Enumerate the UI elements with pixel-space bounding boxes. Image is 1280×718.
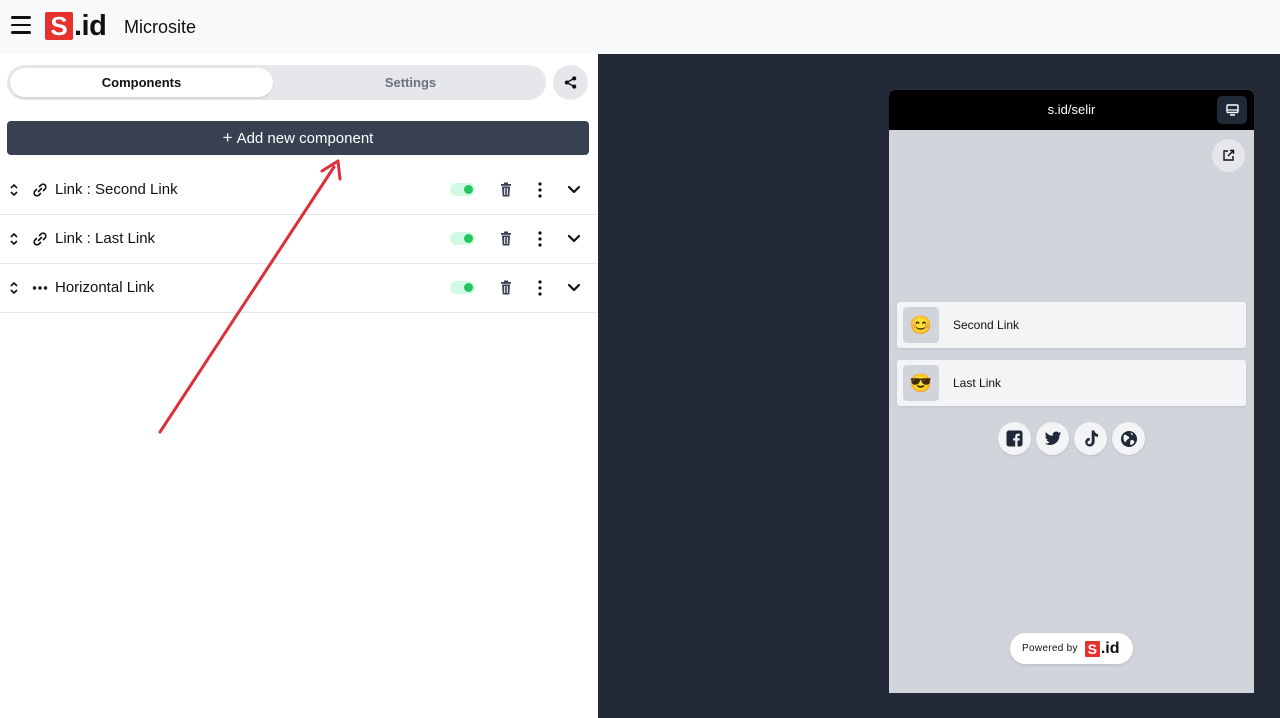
- hamburger-menu-icon[interactable]: [11, 16, 31, 36]
- drag-handle-icon[interactable]: [8, 181, 20, 199]
- tab-bar: Components Settings: [7, 65, 546, 100]
- trash-icon[interactable]: [499, 280, 513, 296]
- preview-link-label: Last Link: [953, 376, 1002, 390]
- tiktok-icon[interactable]: [1074, 422, 1107, 455]
- external-link-icon: [1223, 149, 1235, 161]
- device-toggle-button[interactable]: [1217, 96, 1247, 124]
- trash-icon[interactable]: [499, 231, 513, 247]
- component-list: Link : Second Link Link: Last Link Hori…: [0, 166, 598, 313]
- powered-by-text: Powered by: [1022, 643, 1078, 654]
- preview-url-bar: s.id/selir: [889, 90, 1254, 130]
- share-button[interactable]: [553, 65, 588, 100]
- social-icons: [998, 422, 1150, 456]
- preview-link-button[interactable]: 😊 Second Link: [897, 302, 1246, 348]
- preview-url[interactable]: s.id/selir: [889, 102, 1254, 117]
- facebook-icon[interactable]: [998, 422, 1031, 455]
- tab-components[interactable]: Components: [10, 68, 273, 97]
- powered-by-badge[interactable]: Powered by S .id: [1010, 633, 1133, 664]
- plus-icon: +: [222, 128, 233, 147]
- mini-logo-id-text: .id: [1100, 639, 1120, 657]
- page-title: Microsite: [124, 17, 197, 37]
- chevron-down-icon[interactable]: [566, 232, 582, 246]
- chevron-down-icon[interactable]: [566, 183, 582, 197]
- link-icon: [33, 232, 47, 246]
- monitor-icon: [1225, 104, 1239, 116]
- component-label[interactable]: Horizontal Link: [55, 279, 154, 296]
- logo-s-mark: S: [45, 12, 73, 40]
- phone-preview: s.id/selir 😊 Second Link 😎 Last Link Pow…: [889, 90, 1254, 693]
- smile-emoji-icon: 😊: [903, 307, 939, 343]
- trash-icon[interactable]: [499, 182, 513, 198]
- sid-logo-small: S .id: [1084, 639, 1120, 657]
- add-component-label: Add new component: [236, 130, 374, 147]
- drag-handle-icon[interactable]: [8, 279, 20, 297]
- visibility-toggle[interactable]: [450, 183, 475, 196]
- chevron-down-icon[interactable]: [566, 281, 582, 295]
- component-label[interactable]: Link : Second Link: [55, 181, 178, 198]
- tab-settings[interactable]: Settings: [279, 68, 542, 97]
- link-icon: [33, 183, 47, 197]
- more-options-icon[interactable]: [533, 230, 547, 248]
- mini-logo-s-mark: S: [1084, 640, 1100, 657]
- sunglasses-emoji-icon: 😎: [903, 365, 939, 401]
- add-component-button[interactable]: + Add new component: [7, 121, 589, 155]
- twitter-icon[interactable]: [1036, 422, 1069, 455]
- visibility-toggle[interactable]: [450, 232, 475, 245]
- preview-panel: s.id/selir 😊 Second Link 😎 Last Link Pow…: [598, 54, 1280, 718]
- share-icon: [564, 76, 577, 89]
- globe-icon[interactable]: [1112, 422, 1145, 455]
- component-row: Link : Second Link: [0, 166, 598, 215]
- app-header: S .id Microsite: [0, 0, 1280, 54]
- more-options-icon[interactable]: [533, 279, 547, 297]
- logo-id-text: .id: [74, 10, 107, 42]
- drag-handle-icon[interactable]: [8, 230, 20, 248]
- preview-link-button[interactable]: 😎 Last Link: [897, 360, 1246, 406]
- open-external-button[interactable]: [1212, 139, 1245, 172]
- dots-horizontal-icon: [32, 286, 48, 290]
- component-row: Link : Last Link: [0, 215, 598, 264]
- component-label[interactable]: Link : Last Link: [55, 230, 155, 247]
- visibility-toggle[interactable]: [450, 281, 475, 294]
- component-row: Horizontal Link: [0, 264, 598, 313]
- sid-logo[interactable]: S .id: [45, 10, 107, 42]
- preview-link-label: Second Link: [953, 318, 1020, 332]
- more-options-icon[interactable]: [533, 181, 547, 199]
- editor-panel: Components Settings +Add new component: [0, 54, 598, 718]
